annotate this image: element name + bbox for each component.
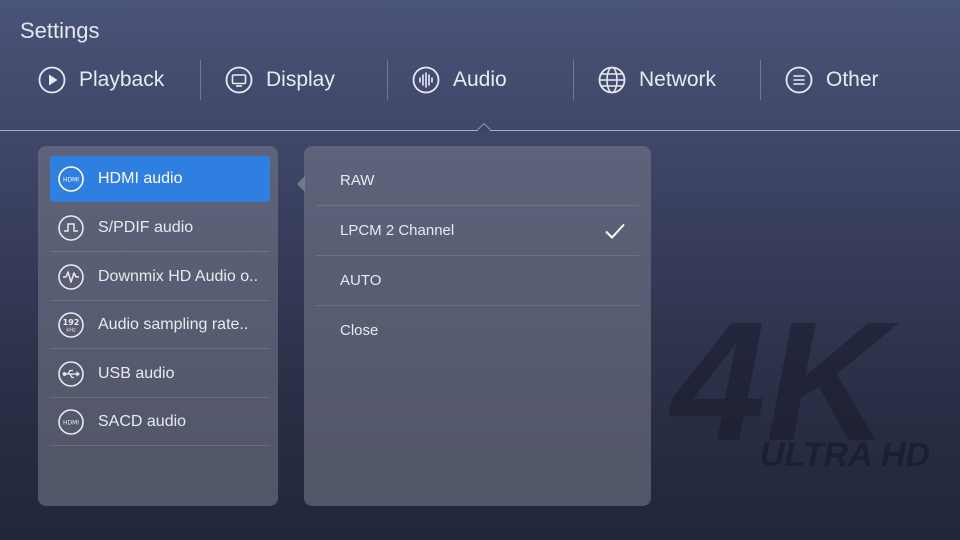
menu-divider (50, 300, 270, 301)
list-icon (785, 66, 813, 94)
play-icon (38, 66, 66, 94)
svg-text:HDMI: HDMI (63, 177, 79, 184)
menu-item-hdmi-audio[interactable]: HDMI HDMI audio (50, 156, 270, 202)
option-label: RAW (340, 172, 375, 189)
tab-label: Other (826, 68, 879, 91)
menu-item-label: SACD audio (98, 413, 187, 430)
menu-item-spdif-audio[interactable]: S/PDIF audio (50, 205, 270, 251)
menu-divider (50, 348, 270, 349)
tab-other[interactable]: Other (785, 58, 879, 102)
192khz-icon: 192 kHz (58, 312, 84, 338)
option-label: AUTO (340, 272, 382, 289)
menu-item-label: USB audio (98, 365, 175, 382)
menu-item-usb-audio[interactable]: USB audio (50, 351, 270, 397)
hdmi-icon: HDMI (58, 409, 84, 435)
waveform-icon (58, 264, 84, 290)
tab-network[interactable]: Network (598, 58, 716, 102)
option-lpcm-2-channel[interactable]: LPCM 2 Channel (316, 206, 639, 255)
hdmi-audio-options: RAW LPCM 2 Channel AUTO Close (304, 146, 651, 506)
hdmi-icon: HDMI (58, 166, 84, 192)
menu-item-label: Audio sampling rate.. (98, 316, 249, 333)
tab-divider (387, 60, 388, 100)
menu-item-downmix-hd-audio[interactable]: Downmix HD Audio o.. (50, 254, 270, 300)
option-raw[interactable]: RAW (316, 156, 639, 205)
menu-item-audio-sampling-rate[interactable]: 192 kHz Audio sampling rate.. (50, 302, 270, 348)
option-auto[interactable]: AUTO (316, 256, 639, 305)
tab-label: Audio (453, 68, 507, 91)
svg-text:kHz: kHz (66, 328, 76, 334)
monitor-icon (225, 66, 253, 94)
menu-divider (50, 397, 270, 398)
option-close[interactable]: Close (316, 306, 639, 355)
tab-label: Display (266, 68, 335, 91)
tab-display[interactable]: Display (225, 58, 335, 102)
tab-divider (760, 60, 761, 100)
checkmark-icon (605, 223, 625, 239)
globe-icon (598, 66, 626, 94)
selected-tab-indicator (476, 123, 492, 131)
spdif-icon (58, 215, 84, 241)
audio-settings-menu: HDMI HDMI audio S/PDIF audio Downmix HD … (38, 146, 278, 506)
settings-tabs: Playback Display Audio Network Other (0, 58, 960, 102)
page-title: Settings (20, 18, 100, 43)
menu-divider (50, 251, 270, 252)
svg-text:HDMI: HDMI (63, 420, 79, 427)
watermark-ultra-hd-text: ULTRA HD (760, 436, 930, 474)
tab-label: Playback (79, 68, 165, 91)
menu-item-sacd-audio[interactable]: HDMI SACD audio (50, 399, 270, 445)
menu-item-label: S/PDIF audio (98, 219, 194, 236)
tab-divider (200, 60, 201, 100)
4k-ultra-hd-watermark: 4K ULTRA HD (668, 300, 930, 477)
svg-text:192: 192 (63, 318, 80, 327)
usb-icon (58, 361, 84, 387)
tab-label: Network (639, 68, 717, 91)
option-label: Close (340, 322, 379, 339)
menu-item-label: HDMI audio (98, 170, 183, 187)
tab-divider (573, 60, 574, 100)
option-label: LPCM 2 Channel (340, 222, 455, 239)
menu-divider (50, 445, 270, 446)
tab-audio[interactable]: Audio (412, 58, 507, 102)
menu-item-label: Downmix HD Audio o.. (98, 268, 259, 285)
audio-wave-icon (412, 66, 440, 94)
tab-playback[interactable]: Playback (38, 58, 164, 102)
